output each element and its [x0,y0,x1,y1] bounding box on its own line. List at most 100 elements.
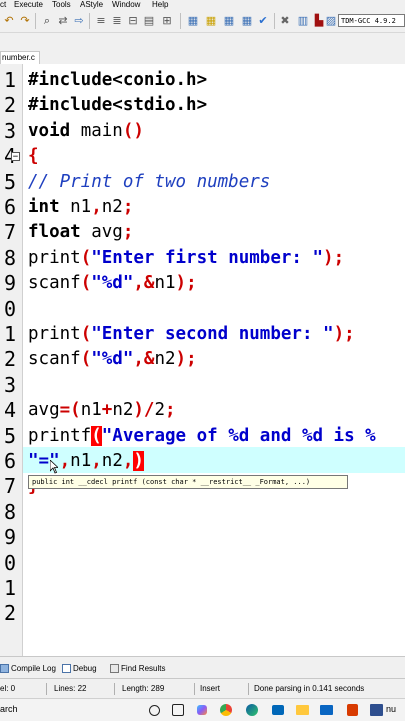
menu-item-tools[interactable]: Tools [52,0,71,10]
profile-icon[interactable]: ▥ [296,14,310,28]
tab-find-results[interactable]: Find Results [110,664,165,674]
editor-tab-strip: number.c [0,33,405,64]
code-line-13[interactable] [28,373,405,398]
symbol: ,& [133,349,155,370]
menu-item-project[interactable]: ct [0,0,6,10]
string-literal: "%d" [91,349,134,370]
code-line-6[interactable]: int n1,n2; [28,195,405,220]
identifier: n1 [59,197,92,217]
tab-debug[interactable]: Debug [62,664,97,674]
menu-item-window[interactable]: Window [112,0,140,10]
tab-compile-log-label: Compile Log [11,664,56,673]
undo-icon[interactable]: ↶ [2,14,16,28]
browser-icon[interactable] [218,702,234,718]
symbol: , [59,451,71,471]
code-line-10[interactable] [28,297,405,322]
tab-find-results-label: Find Results [121,664,166,673]
line-number: 3 [3,372,16,397]
office-icon[interactable] [344,702,360,718]
identifier: avg [80,222,123,243]
code-line-3[interactable]: void main() [28,119,405,144]
find-results-icon [110,664,119,674]
symbol: , [122,451,134,471]
stop-execution-icon[interactable]: ✖ [278,14,292,28]
code-line-16[interactable]: "=",n1,n2,) [28,449,405,474]
symbol: ); [333,324,355,344]
symbol: ( [80,247,92,268]
run-icon[interactable]: ▦ [204,14,218,28]
line-number: 5 [3,169,16,194]
menu-item-astyle[interactable]: AStyle [80,0,103,10]
mail-icon[interactable] [318,702,334,718]
code-line-15[interactable]: printf("Average of %d and %d is % [28,424,405,449]
code-line-14[interactable]: avg=(n1+n2)/2; [28,398,405,423]
status-separator [194,683,195,695]
line-number: 4 [3,398,16,423]
line-number: 2 [3,347,16,372]
keyword: int [28,197,60,217]
symbol: ; [122,197,134,217]
toolbar-separator [274,13,275,29]
widgets-icon[interactable] [170,702,186,718]
check-syntax-icon[interactable]: ✔ [256,14,270,28]
code-line-8[interactable]: print("Enter first number: "); [28,246,405,271]
taskbar-search-box[interactable]: arch [0,704,18,714]
edge-icon[interactable] [244,702,260,718]
matched-paren: ) [133,451,144,471]
number-literal: 2 [154,400,166,421]
task-view-icon[interactable] [146,702,162,718]
line-number: 7 [3,474,16,499]
tab-number-c[interactable]: number.c [0,51,40,64]
line-number: 0 [3,296,16,321]
toolbar-separator [35,13,36,29]
tab-debug-label: Debug [73,664,97,673]
symbol: ); [175,349,197,370]
comment: // Print of two numbers [28,171,271,192]
tab-compile-log[interactable]: Compile Log [0,664,56,674]
code-line-11[interactable]: print("Enter second number: "); [28,322,405,347]
devcpp-icon[interactable] [368,702,384,718]
compile-icon[interactable]: ▦ [186,14,200,28]
code-line-12[interactable]: scanf("%d",&n2); [28,347,405,372]
code-line-5[interactable]: // Print of two numbers [28,170,405,195]
unindent-icon[interactable]: ≣ [110,14,124,28]
symbol: + [101,400,113,421]
identifier: n2 [101,451,123,471]
matched-paren: ( [91,425,102,446]
code-line-1[interactable]: #include<conio.h> [28,68,405,93]
find-icon[interactable]: ⌕ [40,14,54,28]
windows-taskbar: arch nu [0,698,405,721]
string-literal: "Average of %d and %d is % [101,425,376,446]
redo-icon[interactable]: ↷ [18,14,32,28]
code-line-2[interactable]: #include<stdio.h> [28,93,405,118]
new-class-icon[interactable]: ⊞ [160,14,174,28]
goto-icon[interactable]: ⇨ [72,14,86,28]
code-line-9[interactable]: scanf("%d",&n1); [28,271,405,296]
compiler-select[interactable]: TDM-GCC 4.9.2 [338,14,405,27]
toggle-comment-icon[interactable]: ⊟ [126,14,140,28]
store-icon[interactable] [270,702,286,718]
indent-icon[interactable]: ≡ [94,14,108,28]
debug-icon [62,664,71,674]
bookmark-icon[interactable]: ▤ [142,14,156,28]
menu-item-help[interactable]: Help [152,0,168,10]
menu-item-execute[interactable]: Execute [14,0,43,10]
copilot-icon[interactable] [194,702,210,718]
status-separator [114,683,115,695]
code-line-7[interactable]: float avg; [28,220,405,245]
compile-run-icon[interactable]: ▦ [222,14,236,28]
identifier: avg [28,400,60,421]
fold-marker-icon[interactable]: − [11,152,20,162]
string-literal: "%d" [91,273,134,294]
rebuild-icon[interactable]: ▦ [240,14,254,28]
function-name: print [28,324,81,344]
status-bar: el: 0 Lines: 22 Length: 289 Insert Done … [0,678,405,699]
code-line-4[interactable]: { [28,144,405,169]
replace-icon[interactable]: ⇄ [56,14,70,28]
taskbar-overflow-label: nu [386,704,397,714]
status-message: Done parsing in 0.141 seconds [254,684,365,693]
debug-stop-icon[interactable]: ▨ [324,14,338,28]
gutter-divider [22,64,23,656]
file-explorer-icon[interactable] [294,702,310,718]
compile-log-icon [0,664,9,674]
